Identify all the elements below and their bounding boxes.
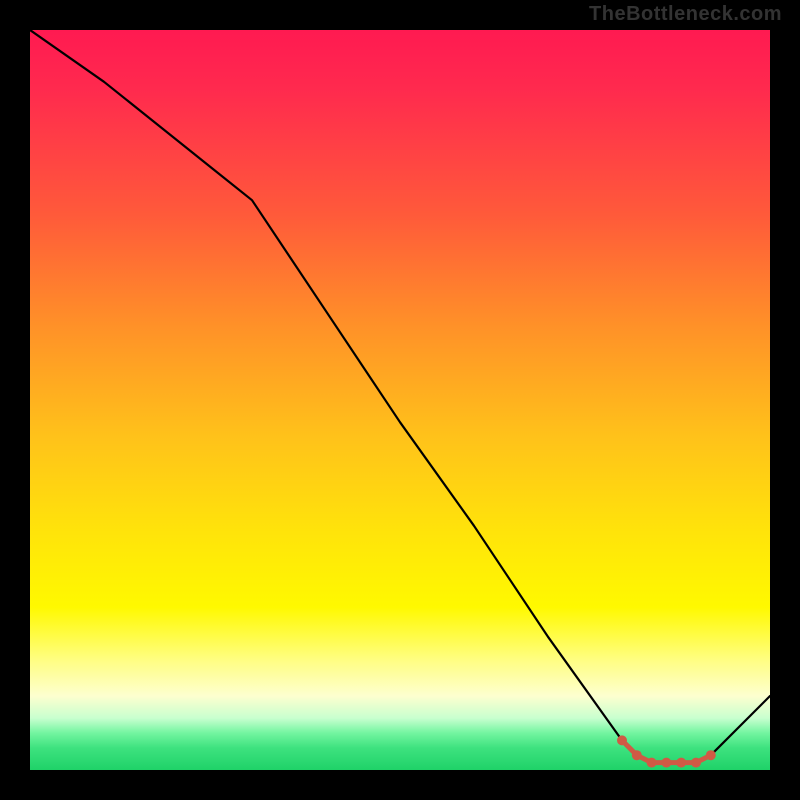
chart-root: TheBottleneck.com — [0, 0, 800, 800]
highlight-dot — [691, 758, 701, 768]
attribution-text: TheBottleneck.com — [589, 3, 782, 26]
bottleneck-curve — [30, 30, 770, 763]
highlight-dot — [661, 758, 671, 768]
curve-svg — [30, 30, 770, 770]
highlight-dot — [617, 735, 627, 745]
highlight-dot — [706, 750, 716, 760]
highlight-dot — [676, 758, 686, 768]
highlight-dot — [632, 750, 642, 760]
plot-area — [30, 30, 770, 770]
highlight-dot — [647, 758, 657, 768]
highlighted-range — [617, 735, 716, 767]
